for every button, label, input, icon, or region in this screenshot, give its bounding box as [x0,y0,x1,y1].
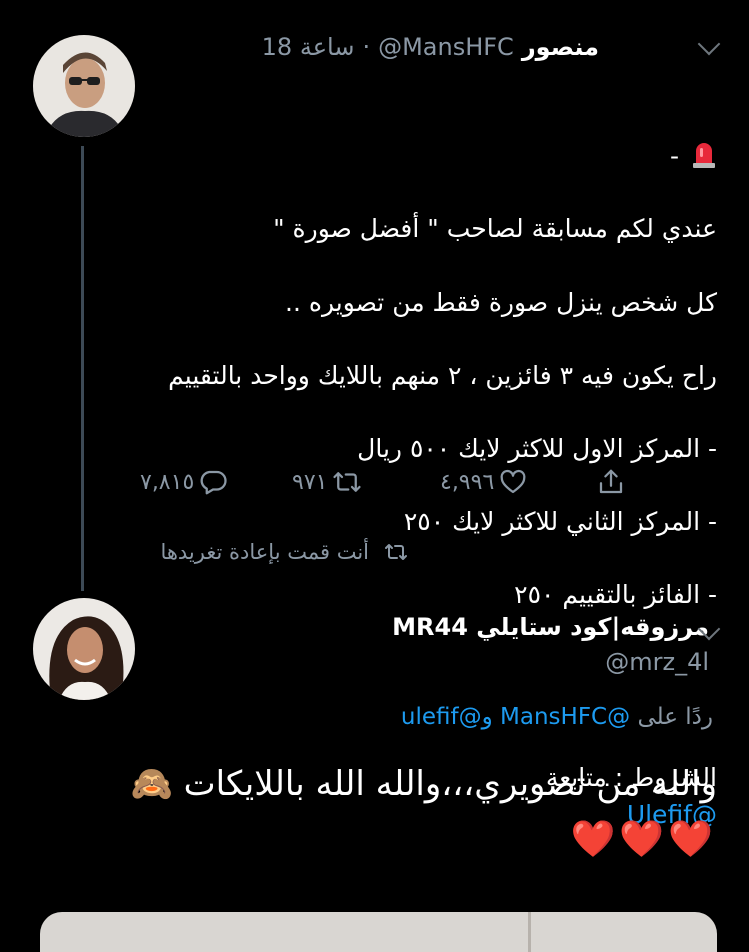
tweet-line-1: عندي لكم مسابقة لصاحب " أفضل صورة " [273,214,717,244]
share-button[interactable] [596,460,626,504]
tweet-line-0: - [150,103,717,175]
replying-to: ردًا على @MansHFC و@ulefif [40,704,713,730]
retweet-small-icon [385,544,407,560]
tweet-time[interactable]: 18 ساعة [262,33,355,61]
reply-text: والله من تصويري،،،والله الله باللايكات 🙈 [130,764,717,804]
reply-icon [200,470,227,495]
replying-mention-2[interactable]: @ulefif [401,704,482,730]
tweet-line-2: كل شخص ينزل صورة فقط من تصويره .. [285,287,717,317]
like-icon [500,469,526,494]
thread-line [81,146,84,591]
tweet-line-3: راح يكون فيه ٣ فائزين ، ٢ منهم باللايك و… [168,360,717,390]
retweet-count: ٩٧١ [292,469,328,495]
reply-media-preview[interactable] [40,912,717,952]
like-button[interactable]: ٤,٩٩٦ [440,460,528,504]
like-count: ٤,٩٩٦ [440,469,495,495]
replying-mention-1[interactable]: @MansHFC [500,704,630,730]
replying-label: ردًا على [637,704,713,730]
reply-avatar[interactable] [33,598,135,700]
reply-header: مرزوقه|كود ستايلي MR44 @mrz_4l [150,610,709,680]
tweet-header: منصور @MansHFC · 18 ساعة [100,30,599,64]
tweet-prefix: - [670,141,687,171]
dot-separator: · [362,33,371,61]
siren-emoji-icon [691,103,717,169]
chevron-down-icon[interactable] [697,32,721,56]
media-divider [528,912,531,952]
tweet-line-5: - المركز الثاني للاكثر لايك ٢٥٠ [403,507,717,537]
retweeted-note: أنت قمت بإعادة تغريدها [160,540,409,564]
reply-author-handle[interactable]: @mrz_4l [150,644,709,680]
reply-count: ٧,٨١٥ [140,469,195,495]
author-handle[interactable]: @MansHFC [378,33,514,61]
reply-author-name[interactable]: مرزوقه|كود ستايلي MR44 [150,610,709,644]
share-icon [599,469,623,494]
tweet-line-6: - الفائز بالتقييم ٢٥٠ [514,580,717,610]
replying-and: و [481,704,493,730]
retweeted-text: أنت قمت بإعادة تغريدها [160,540,369,564]
reply-avatar-portrait [33,598,135,700]
author-name[interactable]: منصور [522,33,599,61]
reply-hearts: ❤️❤️❤️ [570,819,717,860]
retweet-icon [333,472,362,492]
reply-button[interactable]: ٧,٨١٥ [140,460,228,504]
tweet-actions: ٧,٨١٥ ٩٧١ ٤,٩٩٦ [140,460,640,504]
retweet-button[interactable]: ٩٧١ [292,460,363,504]
